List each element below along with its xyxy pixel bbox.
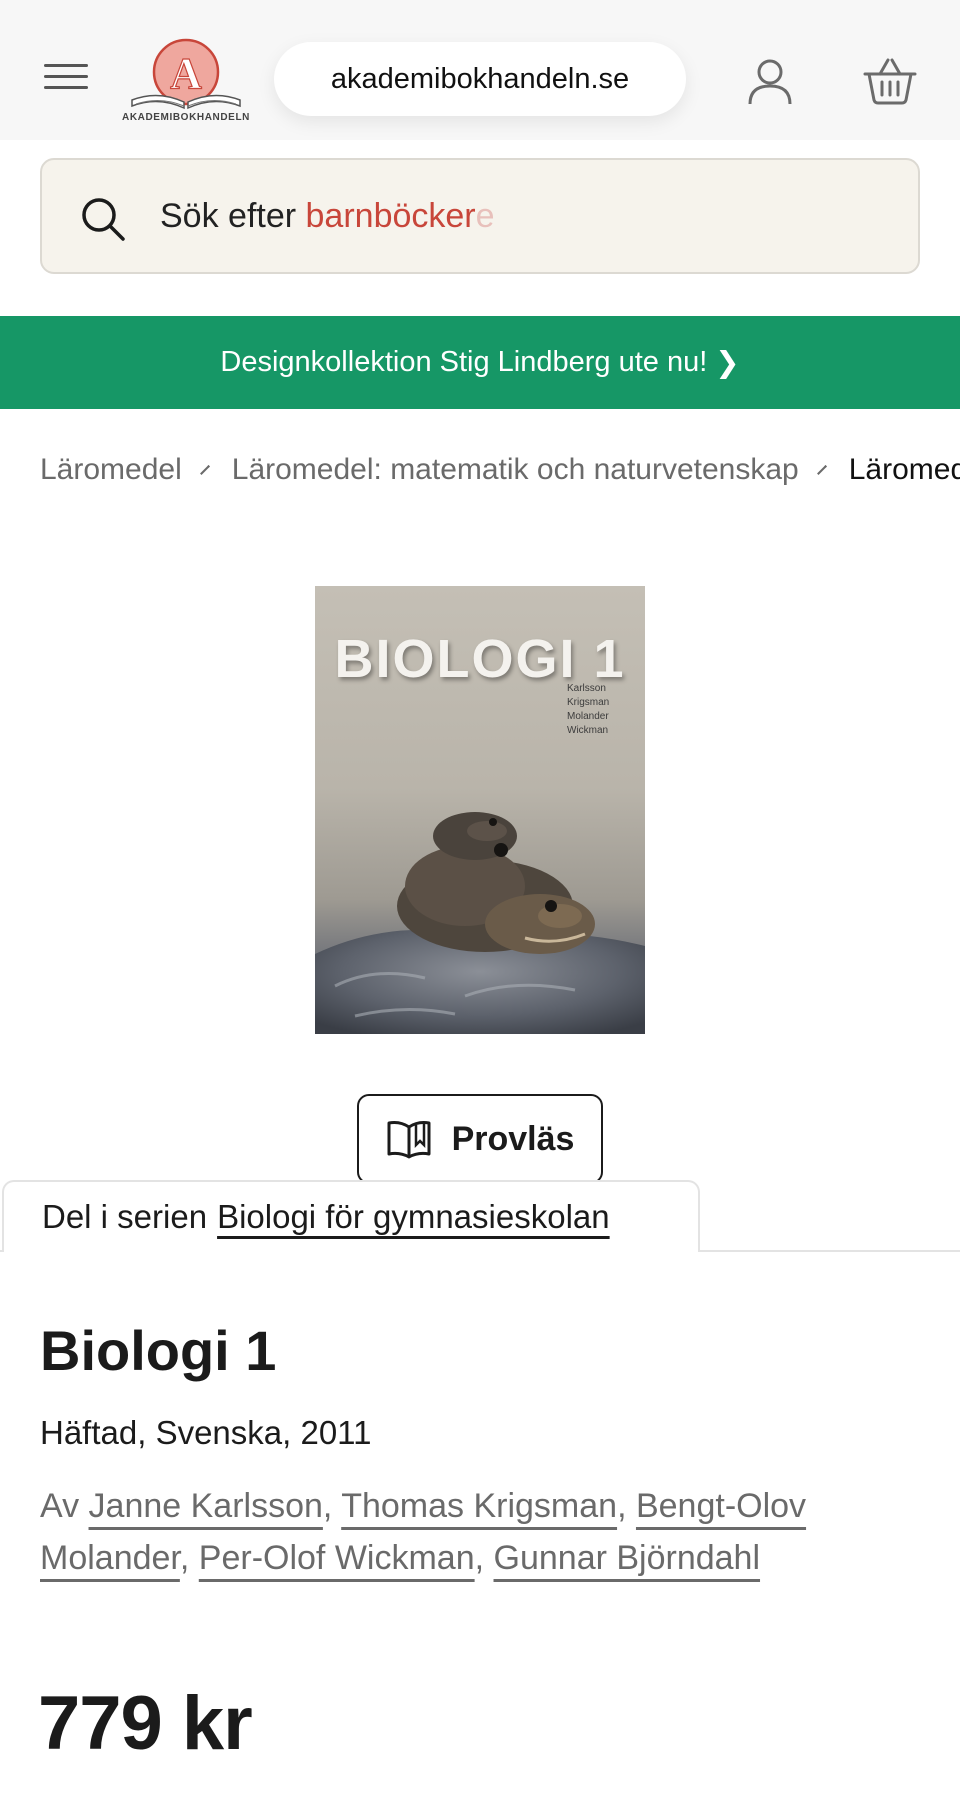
url-bar[interactable]: akademibokhandeln.se: [274, 42, 686, 116]
product-price: 779 kr: [38, 1681, 253, 1766]
logo-wordmark: AKADEMIBOKHANDELN: [122, 112, 250, 123]
preview-read-button[interactable]: Provläs: [357, 1094, 603, 1184]
breadcrumb-item[interactable]: Läromedel: matematik och naturvetenskap: [232, 453, 799, 487]
logo-letter: A: [170, 49, 202, 98]
chevron-right-icon: [816, 465, 827, 475]
logo-emblem-icon: A: [131, 38, 241, 110]
authors-prefix: Av: [40, 1487, 80, 1525]
chevron-right-icon: ❯: [715, 347, 740, 379]
cover-title: BIOLOGI 1: [334, 629, 626, 689]
open-book-icon: [387, 1121, 431, 1159]
author-link[interactable]: Janne Karlsson: [89, 1487, 323, 1525]
search-prefix: Sök efter: [160, 197, 306, 235]
product-title: Biologi 1: [40, 1319, 277, 1382]
user-account-icon[interactable]: [744, 54, 796, 106]
cover-authors: Karlsson Krigsman Molander Wickman: [567, 682, 609, 738]
series-tab: Del i serien Biologi för gymnasieskolan: [2, 1180, 700, 1252]
author-link[interactable]: Gunnar Björndahl: [494, 1539, 761, 1577]
search-fade-char: e: [475, 197, 495, 235]
cover-author: Karlsson: [567, 683, 606, 694]
promo-banner[interactable]: Designkollektion Stig Lindberg ute nu! ❯: [0, 316, 960, 409]
chevron-right-icon: [199, 465, 210, 475]
breadcrumb: Läromedel Läromedel: matematik och natur…: [40, 448, 960, 492]
breadcrumb-current[interactable]: Läromedel: [849, 453, 960, 487]
search-icon: [82, 198, 125, 241]
cover-author: Wickman: [567, 725, 609, 736]
cover-author: Molander: [567, 711, 609, 722]
promo-text: Designkollektion Stig Lindberg ute nu!: [220, 346, 708, 378]
site-header: A AKADEMIBOKHANDELN akademibokhandeln.se: [0, 0, 960, 140]
search-field[interactable]: Sök efter barnböckere: [40, 158, 920, 274]
author-link[interactable]: Thomas Krigsman: [341, 1487, 617, 1525]
akademibokhandeln-logo[interactable]: A AKADEMIBOKHANDELN: [122, 36, 250, 128]
series-prefix: Del i serien: [42, 1198, 208, 1235]
author-link[interactable]: Per-Olof Wickman: [199, 1539, 475, 1577]
product-authors: Av Janne Karlsson, Thomas Krigsman, Beng…: [40, 1487, 807, 1577]
preview-button-label: Provläs: [451, 1119, 575, 1158]
search-placeholder: Sök efter barnböckere: [160, 160, 495, 272]
series-link[interactable]: Biologi för gymnasieskolan: [217, 1198, 610, 1236]
product-format-meta: Häftad, Svenska, 2011: [40, 1414, 372, 1451]
search-highlight: barnböcker: [305, 197, 476, 235]
book-cover-image[interactable]: BIOLOGI 1 Karlsson Krigsman Molander Wic…: [315, 586, 645, 1034]
hamburger-menu-icon[interactable]: [44, 60, 92, 94]
cover-author: Krigsman: [567, 697, 610, 708]
breadcrumb-item[interactable]: Läromedel: [40, 453, 182, 487]
shopping-basket-icon[interactable]: [862, 56, 918, 106]
